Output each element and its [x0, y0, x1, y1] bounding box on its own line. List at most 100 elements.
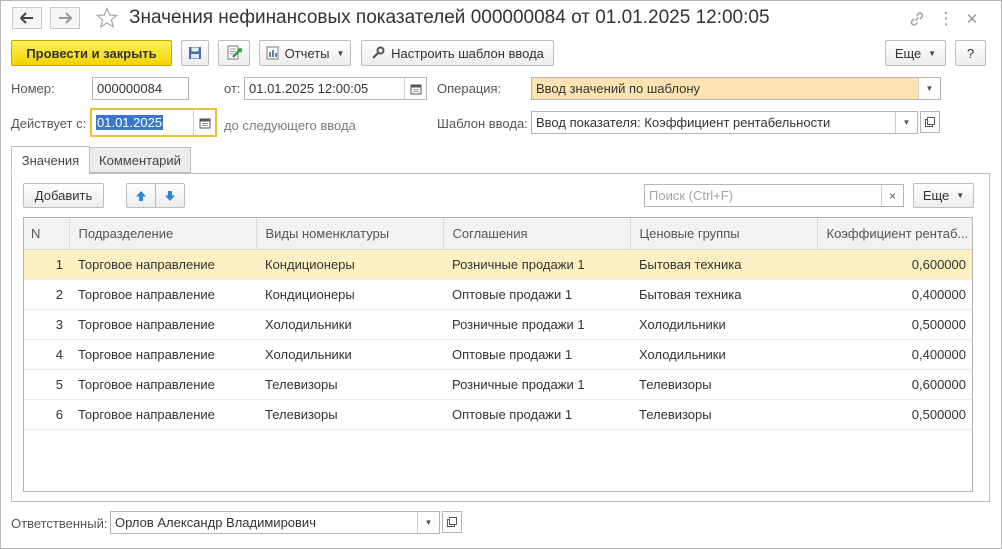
star-icon: [96, 7, 118, 29]
open-responsible-button[interactable]: [442, 511, 462, 533]
calendar-icon[interactable]: [193, 110, 215, 135]
reports-dropdown[interactable]: Отчеты ▼: [259, 40, 351, 66]
values-table-body: N Подразделение Виды номенклатуры Соглаш…: [24, 218, 972, 430]
cell-agreement: Оптовые продажи 1: [443, 399, 630, 430]
template-value: Ввод показателя: Коэффициент рентабельно…: [536, 115, 831, 130]
help-button[interactable]: ?: [955, 40, 986, 66]
search-input[interactable]: Поиск (Ctrl+F) ×: [644, 184, 904, 207]
operation-value: Ввод значений по шаблону: [536, 81, 701, 96]
cell-n: 4: [24, 339, 69, 370]
add-row-label: Добавить: [34, 188, 93, 203]
cell-agreement: Оптовые продажи 1: [443, 279, 630, 310]
favorite-star-button[interactable]: [95, 6, 119, 30]
table-more-label: Еще: [922, 188, 950, 203]
search-placeholder: Поиск (Ctrl+F): [649, 188, 734, 203]
operation-select[interactable]: Ввод значений по шаблону ▼: [531, 77, 941, 100]
back-button[interactable]: [12, 7, 42, 29]
move-up-button[interactable]: [126, 183, 156, 208]
template-select[interactable]: Ввод показателя: Коэффициент рентабельно…: [531, 111, 918, 134]
post-button[interactable]: [218, 40, 250, 66]
save-button[interactable]: [181, 40, 209, 66]
cell-coefficient: 0,500000: [817, 309, 972, 340]
cell-department: Торговое направление: [69, 339, 256, 370]
cell-price-group: Телевизоры: [630, 369, 817, 400]
tab-comment[interactable]: Комментарий: [89, 147, 191, 173]
cell-coefficient: 0,600000: [817, 249, 972, 280]
column-header-coefficient[interactable]: Коэффициент рентаб...: [817, 218, 972, 250]
cell-item-kind: Кондиционеры: [256, 249, 443, 280]
cell-coefficient: 0,500000: [817, 399, 972, 430]
more-dropdown[interactable]: Еще ▼: [885, 40, 946, 66]
configure-template-label: Настроить шаблон ввода: [391, 45, 544, 61]
chevron-down-icon: ▼: [956, 191, 965, 200]
cell-price-group: Холодильники: [630, 339, 817, 370]
values-table[interactable]: N Подразделение Виды номенклатуры Соглаш…: [23, 217, 973, 492]
post-and-close-button[interactable]: Провести и закрыть: [11, 40, 172, 66]
table-row[interactable]: 6 Торговое направление Телевизоры Оптовы…: [24, 399, 972, 430]
cell-n: 1: [24, 249, 69, 280]
menu-dots-icon[interactable]: ⋮: [936, 9, 956, 29]
cell-n: 6: [24, 399, 69, 430]
report-icon: [266, 46, 279, 60]
clear-search-icon[interactable]: ×: [881, 185, 903, 206]
calendar-icon[interactable]: [404, 78, 426, 99]
floppy-disk-icon: [189, 47, 201, 59]
column-header-department[interactable]: Подразделение: [69, 218, 257, 250]
table-row[interactable]: 3 Торговое направление Холодильники Розн…: [24, 309, 972, 340]
tab-comment-label: Комментарий: [99, 152, 181, 168]
post-and-close-label: Провести и закрыть: [26, 45, 157, 61]
date-field[interactable]: 01.01.2025 12:00:05: [244, 77, 427, 100]
cell-item-kind: Телевизоры: [256, 399, 443, 430]
configure-template-button[interactable]: Настроить шаблон ввода: [361, 40, 554, 66]
cell-price-group: Телевизоры: [630, 399, 817, 430]
open-icon: [447, 517, 457, 527]
column-header-agreement[interactable]: Соглашения: [443, 218, 631, 250]
cell-n: 3: [24, 309, 69, 340]
until-next-entry-text: до следующего ввода: [224, 118, 356, 133]
chevron-down-icon[interactable]: ▼: [417, 512, 439, 533]
number-field[interactable]: 000000084: [92, 77, 189, 100]
arrow-up-icon: [136, 190, 146, 201]
table-row[interactable]: 4 Торговое направление Холодильники Опто…: [24, 339, 972, 370]
open-template-button[interactable]: [920, 111, 940, 133]
arrow-right-icon: [59, 12, 72, 24]
cell-n: 2: [24, 279, 69, 310]
table-more-dropdown[interactable]: Еще ▼: [913, 183, 974, 208]
open-icon: [925, 117, 935, 127]
cell-department: Торговое направление: [69, 249, 256, 280]
cell-n: 5: [24, 369, 69, 400]
cell-department: Торговое направление: [69, 309, 256, 340]
close-icon[interactable]: ✕: [962, 9, 982, 29]
number-value: 000000084: [97, 81, 163, 96]
forward-button[interactable]: [50, 7, 80, 29]
table-row[interactable]: 5 Торговое направление Телевизоры Рознич…: [24, 369, 972, 400]
date-label: от:: [224, 81, 241, 96]
column-header-item-kind[interactable]: Виды номенклатуры: [256, 218, 444, 250]
chevron-down-icon[interactable]: ▼: [895, 112, 917, 133]
chevron-down-icon: ▼: [928, 48, 937, 58]
add-row-button[interactable]: Добавить: [23, 183, 104, 208]
table-row[interactable]: 2 Торговое направление Кондиционеры Опто…: [24, 279, 972, 310]
post-document-icon: [227, 45, 242, 60]
cell-coefficient: 0,400000: [817, 279, 972, 310]
arrow-left-icon: [20, 12, 33, 24]
table-row[interactable]: 1 Торговое направление Кондиционеры Розн…: [24, 249, 972, 280]
cell-coefficient: 0,600000: [817, 369, 972, 400]
cell-item-kind: Холодильники: [256, 309, 443, 340]
cell-department: Торговое направление: [69, 369, 256, 400]
date-value: 01.01.2025 12:00:05: [249, 81, 369, 96]
cell-price-group: Бытовая техника: [630, 279, 817, 310]
arrow-down-icon: [165, 190, 175, 201]
responsible-value: Орлов Александр Владимирович: [115, 515, 316, 530]
column-header-n[interactable]: N: [24, 218, 70, 250]
cell-price-group: Холодильники: [630, 309, 817, 340]
chevron-down-icon[interactable]: ▼: [918, 78, 940, 99]
responsible-select[interactable]: Орлов Александр Владимирович ▼: [110, 511, 440, 534]
column-header-price-group[interactable]: Ценовые группы: [630, 218, 818, 250]
cell-price-group: Бытовая техника: [630, 249, 817, 280]
chevron-down-icon: ▼: [336, 48, 345, 58]
valid-from-field[interactable]: 01.01.2025: [90, 108, 217, 137]
tab-values[interactable]: Значения: [11, 146, 90, 175]
move-down-button[interactable]: [155, 183, 185, 208]
link-icon[interactable]: [907, 9, 927, 29]
